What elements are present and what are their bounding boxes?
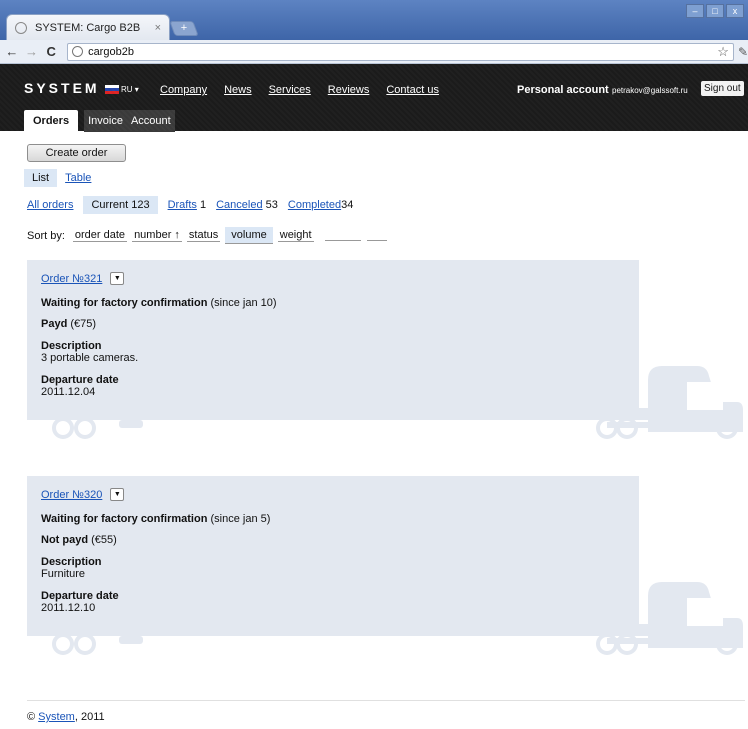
sort-number[interactable]: number ↑	[132, 229, 182, 242]
wrench-icon[interactable]: ✎	[738, 45, 748, 59]
order-filters: All orders Current 123 Drafts 1 Canceled…	[27, 196, 363, 214]
nav-services[interactable]: Services	[269, 84, 311, 96]
filter-canceled-label[interactable]: Canceled	[216, 199, 262, 211]
description-label: Description	[41, 556, 102, 568]
nav-contact[interactable]: Contact us	[386, 84, 439, 96]
order-number-link[interactable]: Order №320	[41, 489, 102, 501]
filter-drafts[interactable]: Drafts 1	[168, 199, 207, 211]
filter-canceled-count: 53	[265, 199, 278, 211]
forward-arrow-icon[interactable]: →	[24, 44, 40, 59]
sort-status[interactable]: status	[186, 229, 221, 242]
view-table[interactable]: Table	[65, 172, 91, 184]
create-order-button[interactable]: Create order	[27, 144, 126, 162]
filter-completed-count: 34	[341, 199, 354, 211]
tab-title: SYSTEM: Cargo B2B	[35, 21, 141, 34]
filter-current-label: Current	[91, 199, 129, 211]
footer-year: , 2011	[74, 711, 105, 723]
globe-icon	[15, 21, 27, 34]
window-controls: – □ x	[686, 4, 744, 18]
main-nav: Company News Services Reviews Contact us	[160, 84, 456, 96]
filter-completed-label[interactable]: Completed	[288, 199, 341, 211]
sort-controls: Sort by: order date number ↑ status volu…	[27, 227, 387, 244]
sort-empty-slot[interactable]	[324, 231, 361, 241]
sort-volume[interactable]: volume	[225, 227, 273, 244]
footer-copyright: ©	[27, 711, 39, 723]
bookmark-star-icon[interactable]: ☆	[717, 44, 729, 60]
close-window-button[interactable]: x	[726, 4, 744, 18]
filter-drafts-label[interactable]: Drafts	[168, 199, 197, 211]
browser-chrome: SYSTEM: Cargo B2B × + – □ x ← → C cargob…	[0, 0, 748, 64]
address-bar[interactable]: cargob2b ☆	[67, 42, 734, 61]
footer-divider	[27, 700, 745, 701]
section-tabs: Orders Invoice Account	[24, 110, 175, 132]
truck-illustration	[27, 366, 743, 439]
sort-weight[interactable]: weight	[277, 229, 314, 242]
close-icon[interactable]: ×	[155, 22, 161, 34]
order-header: Order №320 ▼	[41, 488, 125, 501]
plus-icon: +	[180, 22, 188, 34]
order-status: Waiting for factory confirmation (since …	[41, 297, 277, 309]
filter-canceled[interactable]: Canceled 53	[216, 199, 278, 211]
sort-label: Sort by:	[27, 229, 65, 242]
tab-account[interactable]: Account	[126, 110, 175, 132]
new-tab-button[interactable]: +	[169, 21, 199, 36]
language-label: RU ▾	[121, 85, 139, 94]
sign-out-button[interactable]: Sign out	[701, 81, 744, 96]
page-icon	[72, 46, 84, 57]
order-status: Waiting for factory confirmation (since …	[41, 513, 271, 525]
site-header: SYSTEM RU ▾ Company News Services Review…	[0, 64, 748, 132]
view-list[interactable]: List	[24, 169, 58, 187]
language-selector[interactable]: RU ▾	[105, 85, 139, 94]
tab-orders[interactable]: Orders	[24, 110, 79, 132]
minimize-button[interactable]: –	[686, 4, 704, 18]
footer-system-link[interactable]: System	[38, 711, 75, 723]
filter-completed[interactable]: Completed34	[288, 199, 353, 211]
chevron-down-icon[interactable]: ▼	[110, 488, 125, 501]
filter-all[interactable]: All orders	[27, 199, 73, 211]
tab-invoice[interactable]: Invoice	[84, 110, 127, 132]
description-label: Description	[41, 340, 102, 352]
truck-illustration	[27, 582, 743, 655]
sort-order-date[interactable]: order date	[72, 229, 128, 242]
order-payment: Not payd (€55)	[41, 534, 117, 546]
view-toggle: List Table	[24, 169, 91, 187]
order-number-link[interactable]: Order №321	[41, 273, 102, 285]
maximize-button[interactable]: □	[706, 4, 724, 18]
chevron-down-icon[interactable]: ▼	[110, 272, 125, 285]
user-email: petrakov@galssoft.ru	[612, 86, 688, 95]
order-header: Order №321 ▼	[41, 272, 125, 285]
reload-icon[interactable]: C	[43, 44, 59, 59]
url-text: cargob2b	[88, 45, 134, 58]
footer: © System, 2011	[27, 711, 105, 723]
back-arrow-icon[interactable]: ←	[4, 44, 20, 59]
nav-news[interactable]: News	[224, 84, 252, 96]
filter-current-count: 123	[131, 199, 150, 211]
browser-toolbar: ← → C cargob2b ☆ ✎	[0, 40, 748, 64]
personal-account-label: Personal account	[517, 84, 609, 96]
nav-reviews[interactable]: Reviews	[328, 84, 370, 96]
sort-empty-slot[interactable]	[366, 231, 387, 241]
browser-tab[interactable]: SYSTEM: Cargo B2B ×	[6, 14, 170, 40]
order-payment: Payd (€75)	[41, 318, 97, 330]
russian-flag-icon	[105, 85, 119, 94]
filter-current[interactable]: Current 123	[83, 196, 158, 214]
filter-drafts-count: 1	[199, 199, 207, 211]
site-logo[interactable]: SYSTEM	[24, 80, 100, 96]
nav-company[interactable]: Company	[160, 84, 207, 96]
browser-titlebar: SYSTEM: Cargo B2B × + – □ x	[0, 0, 748, 40]
